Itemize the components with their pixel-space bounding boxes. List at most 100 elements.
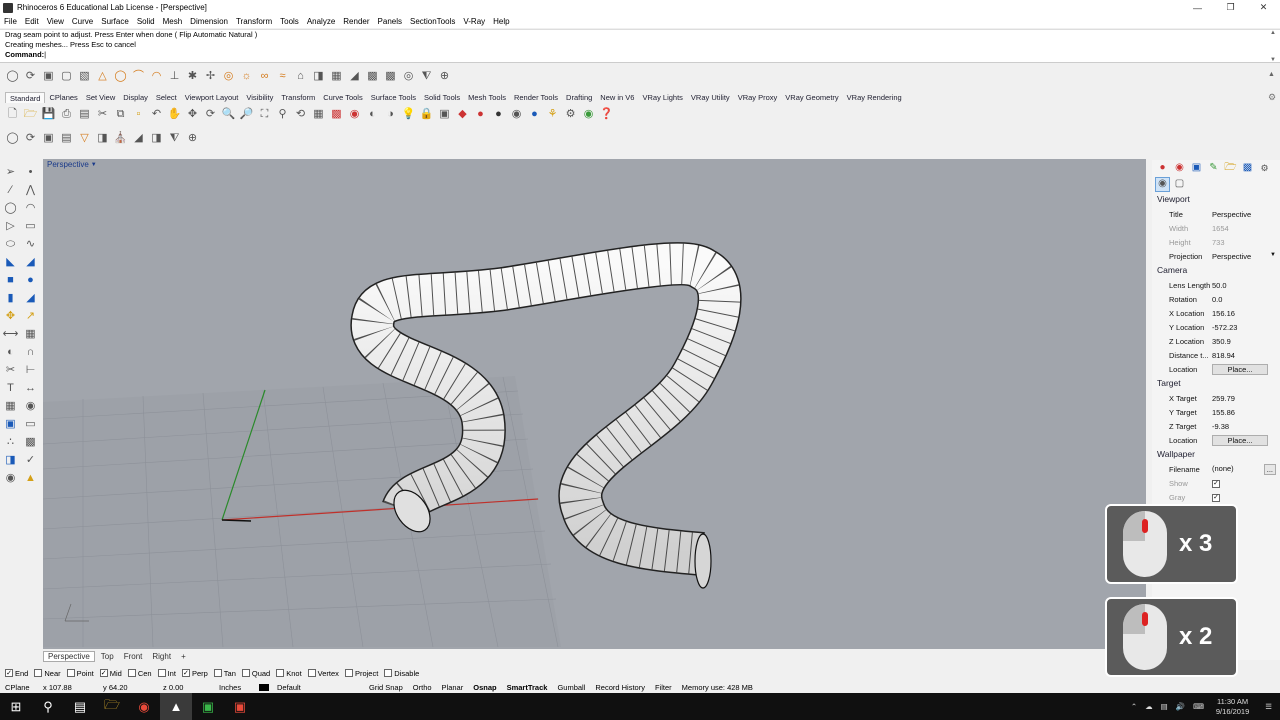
osnap-checkbox[interactable] <box>66 669 75 677</box>
light-icon[interactable]: 💡 <box>401 107 416 122</box>
join-icon[interactable]: ✢ <box>203 69 218 84</box>
tab-display[interactable]: Display <box>119 92 152 103</box>
trim-icon[interactable]: ✂ <box>2 362 19 378</box>
osnap-checkbox[interactable] <box>344 669 353 677</box>
prop-value[interactable]: -9.38 <box>1212 422 1280 431</box>
color-panel-icon[interactable]: ● <box>1155 161 1170 176</box>
ortho-toggle[interactable]: Ortho <box>408 683 437 692</box>
layers-panel-icon[interactable]: ▣ <box>1189 161 1204 176</box>
save-file-icon[interactable]: 💾 <box>41 107 56 122</box>
osnap-end[interactable]: ✓ End <box>5 669 28 678</box>
volume-icon[interactable]: 🔊 <box>1172 702 1189 711</box>
print-file-icon[interactable]: ⎙ <box>59 107 74 122</box>
prop-value[interactable]: Perspective <box>1212 210 1280 219</box>
menu-vray[interactable]: V-Ray <box>459 17 489 26</box>
chevron-down-icon[interactable]: ▼ <box>1270 252 1276 261</box>
boolean-icon[interactable]: ◐ <box>2 344 19 360</box>
vp-tab-right[interactable]: Right <box>148 652 175 661</box>
osnap-checkbox[interactable] <box>307 669 316 677</box>
osnap-checkbox[interactable]: ✓ <box>5 669 13 677</box>
vp-tab-front[interactable]: Front <box>120 652 147 661</box>
chrome-icon[interactable]: ◉ <box>128 693 160 720</box>
help-icon[interactable]: ❓ <box>599 107 614 122</box>
scroll-up-icon[interactable]: ▲ <box>1270 30 1276 36</box>
circle-icon[interactable]: ◯ <box>113 69 128 84</box>
compass-icon[interactable]: ⊕ <box>185 131 200 146</box>
cut-icon[interactable]: ✂ <box>95 107 110 122</box>
group-icon[interactable]: ▩ <box>22 434 39 450</box>
menu-transform[interactable]: Transform <box>232 17 276 26</box>
viewport-label[interactable]: Perspective <box>47 160 89 169</box>
vp-tab-top[interactable]: Top <box>97 652 118 661</box>
tab-set-view[interactable]: Set View <box>82 92 119 103</box>
osnap-checkbox[interactable] <box>127 669 136 677</box>
pointer-icon[interactable]: ➢ <box>2 164 19 180</box>
material-icon[interactable]: ⚘ <box>545 107 560 122</box>
osnap-int[interactable]: Int <box>157 669 176 678</box>
tray-app-icon[interactable]: ☁ <box>1141 702 1157 711</box>
tab-surface-tools[interactable]: Surface Tools <box>367 92 420 103</box>
osnap-knot[interactable]: Knot <box>276 669 302 678</box>
sun-icon[interactable]: ☼ <box>239 69 254 84</box>
menu-curve[interactable]: Curve <box>68 17 97 26</box>
split-icon[interactable]: ⊢ <box>22 362 39 378</box>
freeform-icon[interactable]: ∿ <box>22 236 39 252</box>
camera-icon[interactable]: ◉ <box>1155 176 1170 192</box>
loop-icon[interactable]: ∞ <box>257 69 272 84</box>
zoom-selected-icon[interactable]: ⚲ <box>275 107 290 122</box>
point-icon[interactable]: • <box>22 164 39 180</box>
scroll-down-icon[interactable]: ▼ <box>1270 57 1276 63</box>
ellipse-icon[interactable]: ⬭ <box>2 236 19 252</box>
network-icon[interactable]: ▤ <box>1157 702 1172 711</box>
prop-value[interactable]: 156.16 <box>1212 309 1280 318</box>
solid-box-icon[interactable]: ■ <box>2 272 19 288</box>
search-icon[interactable]: ⚲ <box>32 693 64 720</box>
zoom-window-icon[interactable]: 🔎 <box>239 107 254 122</box>
osnap-perp[interactable]: ✓ Perp <box>181 669 208 678</box>
options-icon[interactable]: ⚙ <box>563 107 578 122</box>
menu-analyze[interactable]: Analyze <box>303 17 339 26</box>
box-icon[interactable]: ▣ <box>41 131 56 146</box>
analyze-icon[interactable]: ◎ <box>401 69 416 84</box>
check-icon[interactable]: ✓ <box>22 452 39 468</box>
grid-icon[interactable]: ▩ <box>383 69 398 84</box>
prop-value[interactable]: 0.0 <box>1212 295 1280 304</box>
wedge-icon[interactable]: ◢ <box>22 290 39 306</box>
target-icon[interactable]: ◎ <box>221 69 236 84</box>
vp-tab-perspective[interactable]: Perspective <box>43 650 95 662</box>
lock-icon[interactable]: 🔒 <box>419 107 434 122</box>
cplane-label[interactable]: CPlane <box>0 683 38 692</box>
notifications-icon[interactable]: ☰ <box>1257 702 1280 711</box>
gumball-toggle[interactable]: Gumball <box>552 683 590 692</box>
viewport-title[interactable]: Perspective ▼ <box>47 160 97 169</box>
menu-dimension[interactable]: Dimension <box>186 17 232 26</box>
tab-vray-geometry[interactable]: VRay Geometry <box>781 92 842 103</box>
close-icon[interactable]: ✕ <box>1247 0 1280 15</box>
menu-help[interactable]: Help <box>489 17 513 26</box>
block-icon[interactable]: ◨ <box>95 131 110 146</box>
menu-view[interactable]: View <box>43 17 68 26</box>
tab-curve-tools[interactable]: Curve Tools <box>319 92 366 103</box>
save-icon[interactable]: ▣ <box>41 69 56 84</box>
copy-icon[interactable]: ⧉ <box>113 107 128 122</box>
osnap-point[interactable]: Point <box>66 669 94 678</box>
curve-icon[interactable]: ⌒ <box>131 69 146 84</box>
layers-icon[interactable]: ▢ <box>59 69 74 84</box>
tab-solid-tools[interactable]: Solid Tools <box>420 92 464 103</box>
tag-icon[interactable]: ◨ <box>149 131 164 146</box>
explode-icon[interactable]: ✱ <box>185 69 200 84</box>
move-tool-icon[interactable]: ✥ <box>2 308 19 324</box>
window-icon[interactable]: ▢ <box>1172 177 1187 192</box>
paste-icon[interactable]: ▫ <box>131 107 146 122</box>
tab-viewport-layout[interactable]: Viewport Layout <box>181 92 243 103</box>
rotate-icon[interactable]: ⟳ <box>203 107 218 122</box>
rectangle-icon[interactable]: ▭ <box>22 218 39 234</box>
solid-sphere-icon[interactable]: ● <box>22 272 39 288</box>
filter-toggle[interactable]: Filter <box>650 683 677 692</box>
dots-icon[interactable]: ∴ <box>2 434 19 450</box>
move-view-icon[interactable]: ✥ <box>185 107 200 122</box>
osnap-vertex[interactable]: Vertex <box>307 669 339 678</box>
extrude-icon[interactable]: ◢ <box>131 131 146 146</box>
osnap-mid[interactable]: ✓ Mid <box>99 669 122 678</box>
arc-tool-icon[interactable]: ◠ <box>22 200 39 216</box>
